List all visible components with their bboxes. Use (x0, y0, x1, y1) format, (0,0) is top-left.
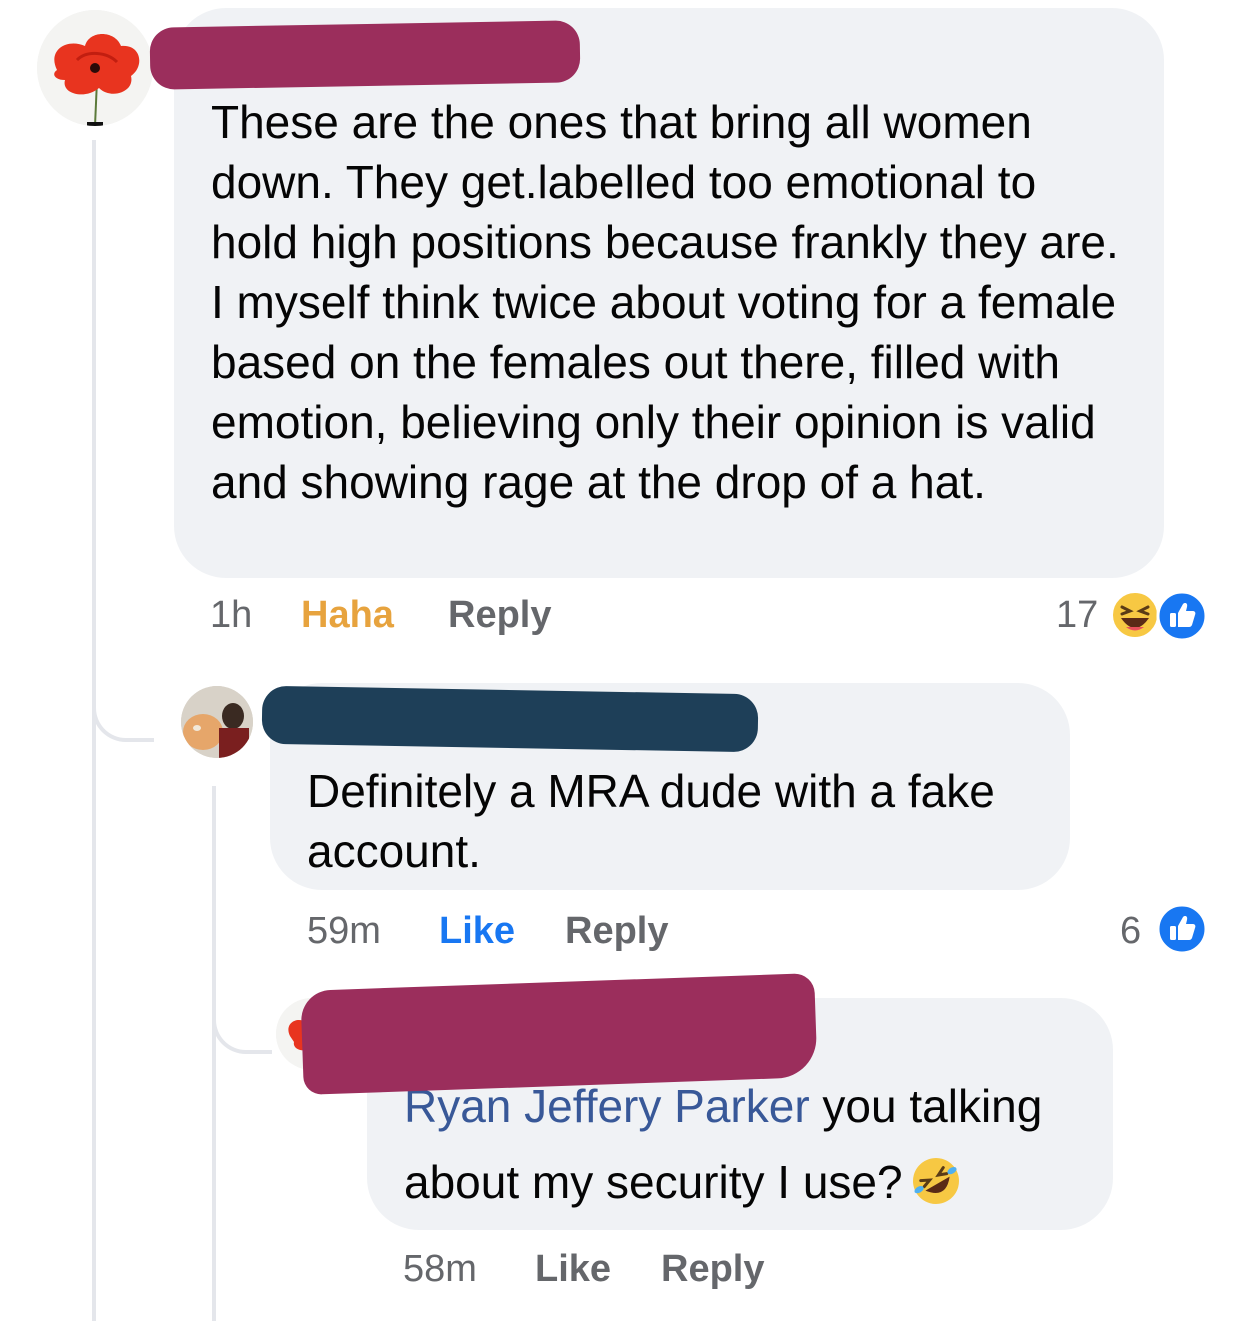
like-icon (1156, 590, 1208, 642)
comment-text: Ryan Jeffery Parker you talking about my… (404, 1068, 1083, 1230)
haha-button[interactable]: Haha (301, 594, 394, 637)
thread-line-main (92, 140, 96, 1321)
comment-timestamp: 58m (403, 1248, 477, 1290)
comment-timestamp: 1h (210, 594, 253, 636)
thread-connector-reply-2 (212, 960, 272, 1054)
redacted-author-name (300, 973, 818, 1095)
comment-bubble[interactable]: These are the ones that bring all women … (174, 8, 1164, 578)
avatar[interactable] (37, 10, 153, 126)
haha-icon (1110, 590, 1160, 640)
avatar[interactable] (181, 686, 253, 758)
reply-button[interactable]: Reply (661, 1248, 764, 1291)
like-button[interactable]: Like (535, 1248, 611, 1291)
comment-text: Definitely a MRA dude with a fake accoun… (307, 765, 995, 877)
reaction-count[interactable]: 17 (1056, 594, 1098, 637)
like-button[interactable]: Like (439, 910, 515, 953)
reaction-count[interactable]: 6 (1120, 910, 1141, 953)
redacted-author-name (149, 20, 581, 90)
comment-timestamp: 59m (307, 910, 381, 952)
redacted-author-name (261, 685, 759, 753)
profile-photo-icon (181, 686, 253, 758)
poppy-flower-icon (37, 10, 153, 126)
like-icon (1156, 903, 1208, 955)
rolling-on-floor-laughing-icon (909, 1154, 963, 1230)
thread-line-reply (212, 786, 216, 1321)
comment-text: These are the ones that bring all women … (211, 96, 1119, 508)
thread-connector-reply-1 (92, 660, 154, 742)
reply-button[interactable]: Reply (565, 910, 668, 953)
reply-button[interactable]: Reply (448, 594, 551, 637)
